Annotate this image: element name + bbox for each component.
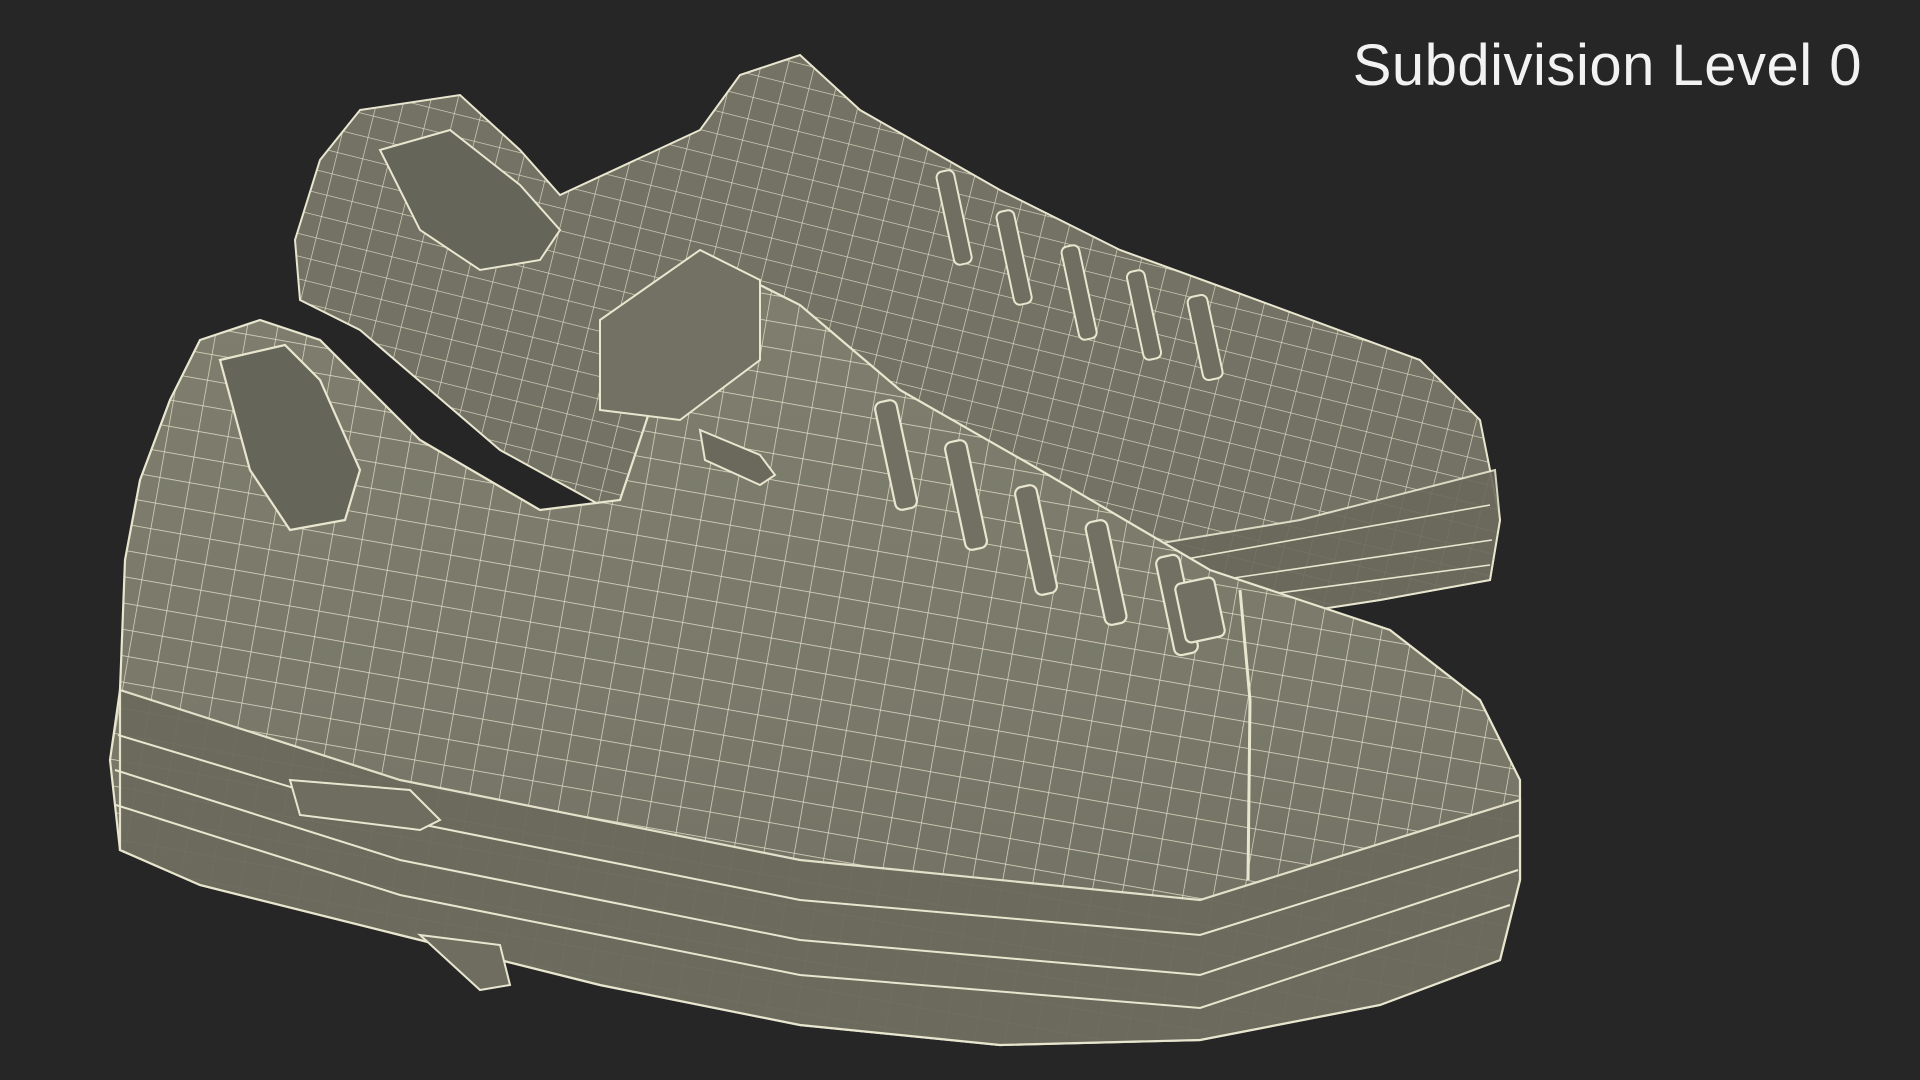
sneaker-pair-render xyxy=(108,53,1522,1047)
subdivision-level-label: Subdivision Level 0 xyxy=(1352,33,1862,98)
viewport: Subdivision Level 0 xyxy=(0,0,1920,1080)
front-sneaker xyxy=(108,248,1522,1047)
